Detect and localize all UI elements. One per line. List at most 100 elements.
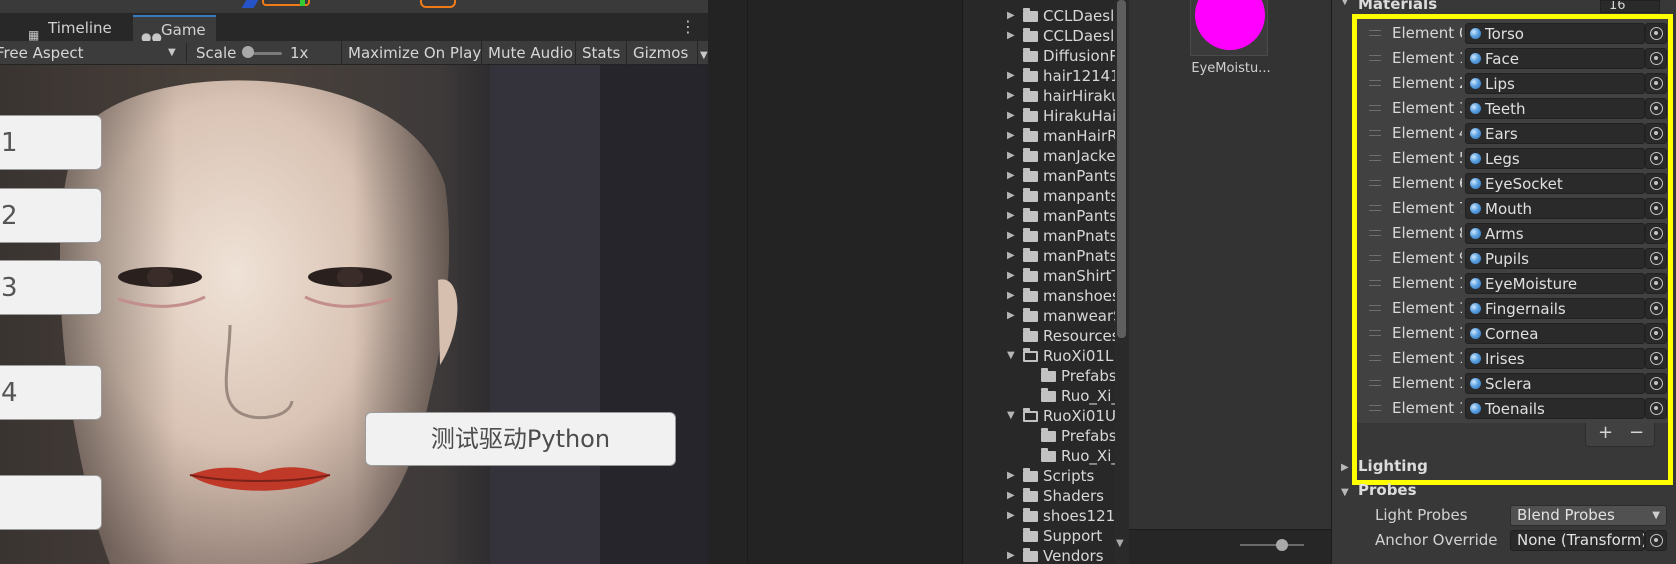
tree-item[interactable]: ▶ Shaders (963, 486, 1116, 506)
chevron-right-icon[interactable]: ▶ (1007, 186, 1019, 206)
tree-item[interactable]: ▼ RuoXi01L (963, 346, 1116, 366)
tree-item[interactable]: ▶ manshoes (963, 286, 1116, 306)
tree-item[interactable]: ▶ manwearS (963, 306, 1116, 326)
chevron-right-icon[interactable]: ▶ (1007, 66, 1019, 86)
tree-item[interactable]: ▼ RuoXi01U (963, 406, 1116, 426)
game-button-3[interactable]: 3 (0, 260, 102, 315)
toolbar-divider (186, 43, 187, 63)
maximize-on-play-toggle[interactable]: Maximize On Play (341, 41, 487, 65)
game-button-5[interactable] (0, 475, 102, 530)
tree-item[interactable]: Prefabs (963, 426, 1116, 446)
probes-label[interactable]: Probes (1358, 481, 1417, 499)
tree-item[interactable]: ▶ manPnats (963, 226, 1116, 246)
chevron-right-icon[interactable]: ▶ (1007, 546, 1019, 564)
thumbnail-size-slider-track[interactable] (1240, 544, 1304, 546)
folder-icon (1041, 428, 1056, 442)
chevron-right-icon[interactable]: ▶ (1007, 286, 1019, 306)
chevron-right-icon[interactable]: ▶ (1007, 226, 1019, 246)
tree-item[interactable]: ▶ HirakuHai (963, 106, 1116, 126)
tree-item[interactable]: ▶ CCLDaesl (963, 26, 1116, 46)
tree-scrollbar-thumb[interactable] (1117, 0, 1126, 338)
scale-slider-handle[interactable] (242, 46, 254, 58)
test-python-button[interactable]: 测试驱动Python (365, 412, 676, 466)
mute-audio-toggle[interactable]: Mute Audio (481, 41, 579, 65)
tree-item-label: Scripts (1043, 467, 1095, 485)
folder-icon (1023, 148, 1038, 162)
tree-item-label: Prefabs (1061, 427, 1116, 445)
tree-item[interactable]: ▶ manPnats (963, 246, 1116, 266)
gizmos-dropdown-icon[interactable]: ▼ (697, 41, 708, 65)
tree-item[interactable]: ▶ manPants (963, 166, 1116, 186)
tab-timeline[interactable]: ▦ Timeline (20, 15, 122, 42)
game-button-2[interactable]: 2 (0, 188, 102, 243)
chevron-right-icon[interactable]: ▶ (1007, 466, 1019, 486)
tab-game[interactable]: ●● Game (133, 15, 216, 44)
folder-icon (1023, 88, 1038, 102)
folder-icon (1023, 168, 1038, 182)
tree-item[interactable]: ▶ manPants (963, 206, 1116, 226)
chevron-down-icon: ▼ (168, 47, 176, 58)
panel-divider (747, 0, 748, 564)
light-probes-dropdown[interactable]: Blend Probes ▼ (1510, 505, 1667, 526)
chevron-right-icon[interactable]: ▶ (1007, 126, 1019, 146)
chevron-right-icon[interactable]: ▶ (1007, 26, 1019, 46)
scroll-down-arrow-icon[interactable]: ▼ (1116, 538, 1124, 549)
tree-item[interactable]: ▶ hairHiraku (963, 86, 1116, 106)
chevron-down-icon: ▼ (1652, 510, 1660, 521)
tree-item-label: CCLDaesl (1043, 7, 1115, 25)
tree-item-label: CCLDaesl (1043, 27, 1115, 45)
tree-item[interactable]: ▶ manHairR (963, 126, 1116, 146)
tree-item[interactable]: Resources (963, 326, 1116, 346)
game-button-1[interactable]: 1 (0, 115, 102, 170)
chevron-down-icon[interactable]: ▼ (1007, 346, 1019, 366)
probes-foldout-icon[interactable]: ▼ (1341, 487, 1349, 498)
tree-item[interactable]: ▶ hair12141 (963, 66, 1116, 86)
anchor-override-picker[interactable] (1645, 530, 1667, 551)
tree-item[interactable]: Ruo_Xi_ (963, 446, 1116, 466)
materials-foldout-icon[interactable]: ▼ (1341, 0, 1349, 7)
tree-item[interactable]: ▶ Scripts (963, 466, 1116, 486)
anchor-override-value: None (Transform) (1517, 531, 1645, 549)
materials-size-field[interactable]: 16 (1600, 0, 1660, 13)
anchor-override-field[interactable]: None (Transform) (1510, 530, 1645, 551)
material-thumbnail[interactable] (1190, 0, 1268, 56)
chevron-right-icon[interactable]: ▶ (1007, 486, 1019, 506)
chevron-right-icon[interactable]: ▶ (1007, 206, 1019, 226)
tree-item[interactable]: ▶ CCLDaesl (963, 6, 1116, 26)
lighting-label[interactable]: Lighting (1358, 457, 1428, 475)
tree-item-label: Prefabs (1061, 367, 1116, 385)
tree-item[interactable]: ▶ manpants (963, 186, 1116, 206)
tree-item-label: manShirtT (1043, 267, 1116, 285)
chevron-right-icon[interactable]: ▶ (1007, 306, 1019, 326)
more-options-icon[interactable]: ⋮ (680, 17, 696, 36)
tree-item[interactable]: ▶ manJacke (963, 146, 1116, 166)
chevron-right-icon[interactable]: ▶ (1007, 166, 1019, 186)
chevron-right-icon[interactable]: ▶ (1007, 106, 1019, 126)
tree-item[interactable]: ▶ manShirtT (963, 266, 1116, 286)
tree-item-label: manpants (1043, 187, 1116, 205)
tree-item-label: manshoes (1043, 287, 1116, 305)
game-button-4-label: 4 (1, 377, 18, 408)
lighting-foldout-icon[interactable]: ▶ (1341, 462, 1349, 473)
chevron-right-icon[interactable]: ▶ (1007, 506, 1019, 526)
thumbnail-size-slider-handle[interactable] (1276, 539, 1288, 551)
tree-item[interactable]: Prefabs (963, 366, 1116, 386)
chevron-right-icon[interactable]: ▶ (1007, 6, 1019, 26)
tree-item[interactable]: Support (963, 526, 1116, 546)
chevron-down-icon[interactable]: ▼ (1007, 406, 1019, 426)
chevron-right-icon[interactable]: ▶ (1007, 246, 1019, 266)
gizmos-toggle[interactable]: Gizmos (626, 41, 694, 65)
chevron-right-icon[interactable]: ▶ (1007, 86, 1019, 106)
game-button-4[interactable]: 4 (0, 365, 102, 420)
tree-item[interactable]: ▶ Vendors (963, 546, 1116, 564)
tree-item[interactable]: Ruo_Xi_ (963, 386, 1116, 406)
light-probes-label: Light Probes (1375, 506, 1468, 524)
chevron-right-icon[interactable]: ▶ (1007, 146, 1019, 166)
aspect-dropdown[interactable]: Free Aspect ▼ (0, 41, 182, 65)
stats-toggle[interactable]: Stats (575, 41, 626, 65)
folder-open-icon (1023, 408, 1038, 422)
tree-item[interactable]: ▶ shoes1215 (963, 506, 1116, 526)
tree-item[interactable]: DiffusionP (963, 46, 1116, 66)
tab-game-label: Game (161, 21, 206, 39)
chevron-right-icon[interactable]: ▶ (1007, 266, 1019, 286)
